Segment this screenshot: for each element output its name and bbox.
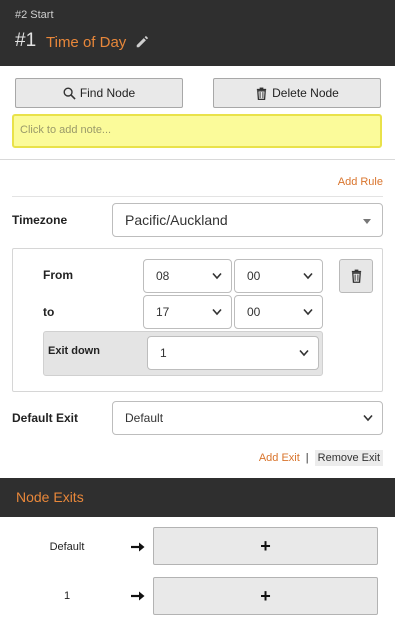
exit-row-label: 1 [63,590,71,602]
note-field[interactable]: Click to add note... [12,114,382,148]
timezone-value: Pacific/Auckland [125,212,228,228]
to-hour-select[interactable]: 17 [143,295,232,329]
delete-rule-button[interactable] [339,259,373,293]
pencil-icon[interactable] [135,35,149,49]
find-node-label: Find Node [79,86,136,100]
exit-select[interactable]: 1 [147,336,319,370]
from-hour-select[interactable]: 08 [143,259,232,293]
node-title[interactable]: Time of Day [46,34,126,51]
default-exit-label: Default Exit [12,411,79,425]
add-rule-link[interactable]: Add Rule [338,176,383,188]
to-minute-value: 00 [247,305,261,319]
find-node-button[interactable]: Find Node [15,78,183,108]
from-minute-select[interactable]: 00 [234,259,323,293]
chevron-down-icon [363,414,373,422]
from-hour-value: 08 [156,269,170,283]
chevron-down-icon [212,272,222,280]
connect-exit-button[interactable]: + [153,527,378,565]
trash-icon [351,269,361,283]
chevron-down-icon [299,349,309,357]
node-exits-title: Node Exits [16,489,84,505]
search-icon [63,87,76,100]
exit-links: Add Exit | Remove Exit [259,450,383,466]
to-label: to [43,305,55,319]
delete-node-button[interactable]: Delete Node [213,78,381,108]
divider [12,196,383,197]
from-minute-value: 00 [247,269,261,283]
chevron-down-icon [303,272,313,280]
chevron-down-icon [303,308,313,316]
default-exit-select[interactable]: Default [112,401,383,435]
arrow-right-icon [131,591,145,601]
to-minute-select[interactable]: 00 [234,295,323,329]
timezone-label: Timezone [12,213,68,227]
divider [0,159,395,160]
to-hour-value: 17 [156,305,170,319]
node-subtitle: #2 Start [15,9,54,21]
arrow-right-icon [131,542,145,552]
node-header: #2 Start #1 Time of Day [0,0,395,66]
exit-value: 1 [160,346,167,360]
default-exit-value: Default [125,411,164,425]
caret-down-icon [363,219,371,224]
from-label: From [43,268,73,282]
node-exits-header: Node Exits [0,478,395,517]
exit-row-label: Default [49,541,85,553]
remove-exit-link[interactable]: Remove Exit [314,450,383,466]
node-number: #1 [15,30,37,51]
connect-exit-button[interactable]: + [153,577,378,615]
delete-node-label: Delete Node [272,86,339,100]
add-exit-link[interactable]: Add Exit [259,452,300,464]
chevron-down-icon [212,308,222,316]
exit-down-label: Exit down [48,345,100,357]
timezone-select[interactable]: Pacific/Auckland [112,203,383,237]
trash-icon [256,87,267,100]
link-separator: | [305,452,309,464]
